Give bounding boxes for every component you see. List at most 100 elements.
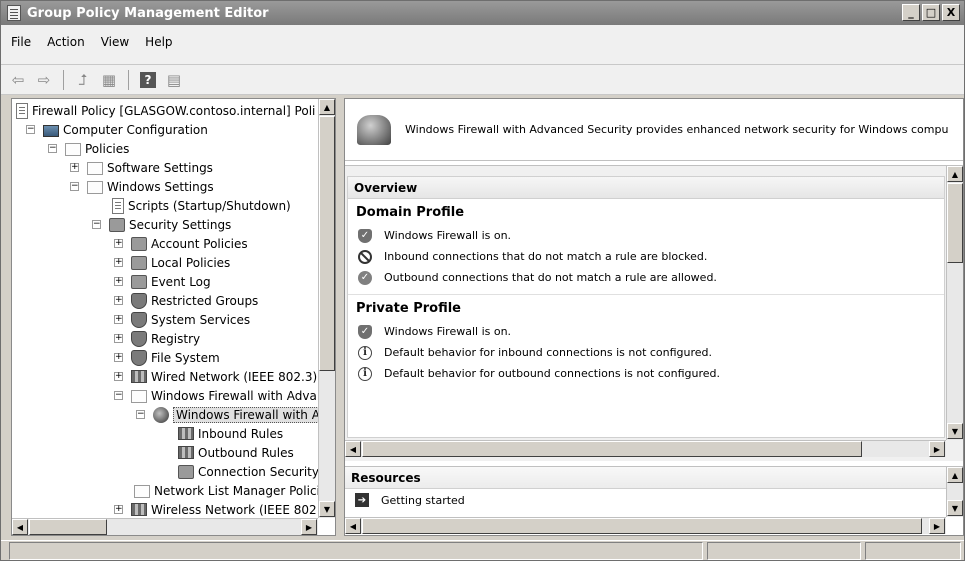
- expand-toggle[interactable]: +: [114, 296, 123, 305]
- tree-content: Firewall Policy [GLASGOW.contoso.interna…: [12, 99, 318, 518]
- collapse-toggle[interactable]: −: [26, 125, 35, 134]
- tree-item-software-settings[interactable]: + Software Settings: [70, 158, 213, 177]
- tree-item-scripts[interactable]: Scripts (Startup/Shutdown): [112, 196, 291, 215]
- scroll-right-button[interactable]: ▶: [301, 519, 317, 535]
- menu-file[interactable]: File: [11, 35, 31, 64]
- scroll-thumb[interactable]: [947, 183, 963, 263]
- menu-help[interactable]: Help: [145, 35, 172, 64]
- tree-item-computer-configuration[interactable]: − Computer Configuration: [26, 120, 208, 139]
- scroll-down-button[interactable]: ▼: [947, 423, 963, 439]
- menu-view[interactable]: View: [101, 35, 129, 64]
- toolbar-separator: [63, 69, 64, 90]
- tree-item-system-services[interactable]: + System Services: [114, 310, 250, 329]
- expand-toggle[interactable]: +: [114, 505, 123, 514]
- scroll-up-button[interactable]: ▲: [947, 166, 963, 182]
- status-cell-main: [9, 542, 703, 560]
- scroll-right-button[interactable]: ▶: [929, 518, 945, 534]
- resources-vertical-scrollbar[interactable]: ▲ ▼: [946, 467, 963, 517]
- show-action-pane-icon[interactable]: ▤: [163, 70, 185, 90]
- tree-item-wireless-network[interactable]: + Wireless Network (IEEE 802: [114, 500, 317, 518]
- scroll-thumb[interactable]: [362, 518, 922, 534]
- tree-item-network-list-manager[interactable]: Network List Manager Policie: [134, 481, 318, 500]
- policy-folder-icon: [131, 236, 147, 251]
- scroll-up-button[interactable]: ▲: [319, 99, 335, 115]
- network-icon: [131, 370, 147, 383]
- domain-profile-title: Domain Profile: [356, 205, 465, 220]
- status-row: ✓ Windows Firewall is on.: [348, 321, 944, 342]
- tree-item-outbound-rules[interactable]: Outbound Rules: [178, 443, 294, 462]
- title-bar[interactable]: Group Policy Management Editor _ □ X: [1, 1, 964, 25]
- expand-toggle[interactable]: +: [114, 315, 123, 324]
- resources-horizontal-scrollbar[interactable]: ◀ ▶: [345, 517, 946, 534]
- scroll-thumb[interactable]: [29, 519, 107, 535]
- lock-folder-icon: [131, 311, 147, 328]
- tree-item-root[interactable]: Firewall Policy [GLASGOW.contoso.interna…: [16, 101, 315, 120]
- scroll-left-button[interactable]: ◀: [345, 518, 361, 534]
- tree-item-connection-security[interactable]: Connection Security: [178, 462, 318, 481]
- overview-panel: Overview Domain Profile ✓ Windows Firewa…: [345, 165, 963, 461]
- show-hide-tree-icon[interactable]: ▦: [98, 70, 120, 90]
- scroll-left-button[interactable]: ◀: [345, 441, 361, 457]
- close-button[interactable]: X: [942, 4, 960, 21]
- overview-vertical-scrollbar[interactable]: ▲ ▼: [946, 166, 963, 440]
- tree-vertical-scrollbar[interactable]: ▲ ▼: [318, 99, 335, 518]
- collapse-toggle[interactable]: −: [92, 220, 101, 229]
- console-tree[interactable]: Firewall Policy [GLASGOW.contoso.interna…: [11, 98, 336, 536]
- tree-item-windows-settings[interactable]: − Windows Settings: [70, 177, 214, 196]
- folder-icon: [131, 390, 147, 403]
- scroll-thumb[interactable]: [362, 441, 862, 457]
- status-row: i Default behavior for outbound connecti…: [348, 363, 944, 384]
- scroll-left-button[interactable]: ◀: [12, 519, 28, 535]
- up-level-icon[interactable]: ⮥: [72, 70, 94, 90]
- overview-horizontal-scrollbar[interactable]: ◀ ▶: [345, 440, 946, 457]
- tree-horizontal-scrollbar[interactable]: ◀ ▶: [12, 518, 318, 535]
- tree-item-windows-firewall-parent[interactable]: − Windows Firewall with Adva: [114, 386, 317, 405]
- maximize-button[interactable]: □: [922, 4, 940, 21]
- outbound-rules-icon: [178, 446, 194, 459]
- scroll-down-button[interactable]: ▼: [319, 501, 335, 517]
- tree-item-security-settings[interactable]: − Security Settings: [92, 215, 231, 234]
- shield-icon: ✓: [358, 324, 372, 339]
- tree-item-wired-network[interactable]: + Wired Network (IEEE 802.3): [114, 367, 317, 386]
- expand-toggle[interactable]: +: [114, 239, 123, 248]
- lock-folder-icon: [131, 292, 147, 309]
- scroll-right-button[interactable]: ▶: [929, 441, 945, 457]
- security-settings-icon: [109, 217, 125, 232]
- scroll-thumb[interactable]: [319, 116, 335, 371]
- collapse-toggle[interactable]: −: [114, 391, 123, 400]
- tree-item-event-log[interactable]: + Event Log: [114, 272, 211, 291]
- lock-folder-icon: [131, 349, 147, 366]
- scroll-up-button[interactable]: ▲: [947, 467, 963, 483]
- overview-content: Overview Domain Profile ✓ Windows Firewa…: [347, 176, 945, 438]
- resource-link-getting-started[interactable]: ➔ Getting started: [345, 489, 963, 511]
- tree-item-policies[interactable]: − Policies: [48, 139, 129, 158]
- computer-icon: [43, 124, 59, 137]
- help-button[interactable]: ?: [137, 70, 159, 90]
- collapse-toggle[interactable]: −: [48, 144, 57, 153]
- blocked-icon: [358, 249, 372, 264]
- collapse-toggle[interactable]: −: [136, 410, 145, 419]
- tree-item-windows-firewall-selected[interactable]: − Windows Firewall with A: [136, 405, 318, 424]
- tree-item-file-system[interactable]: + File System: [114, 348, 220, 367]
- expand-toggle[interactable]: +: [70, 163, 79, 172]
- expand-toggle[interactable]: +: [114, 334, 123, 343]
- expand-toggle[interactable]: +: [114, 353, 123, 362]
- tree-item-inbound-rules[interactable]: Inbound Rules: [178, 424, 283, 443]
- tree-item-registry[interactable]: + Registry: [114, 329, 200, 348]
- status-row: ✓ Outbound connections that do not match…: [348, 267, 944, 288]
- inbound-rules-icon: [178, 427, 194, 440]
- scroll-down-button[interactable]: ▼: [947, 500, 963, 516]
- tree-item-local-policies[interactable]: + Local Policies: [114, 253, 230, 272]
- resources-panel: Resources ➔ Getting started ▲ ▼ ◀ ▶: [345, 466, 963, 535]
- collapse-toggle[interactable]: −: [70, 182, 79, 191]
- details-pane: Windows Firewall with Advanced Security …: [344, 98, 964, 536]
- menu-action[interactable]: Action: [47, 35, 85, 64]
- tree-item-restricted-groups[interactable]: + Restricted Groups: [114, 291, 258, 310]
- minimize-button[interactable]: _: [902, 4, 920, 21]
- tree-item-account-policies[interactable]: + Account Policies: [114, 234, 248, 253]
- expand-toggle[interactable]: +: [114, 277, 123, 286]
- back-arrow-icon[interactable]: ⇦: [7, 70, 29, 90]
- forward-arrow-icon[interactable]: ⇨: [33, 70, 55, 90]
- expand-toggle[interactable]: +: [114, 258, 123, 267]
- expand-toggle[interactable]: +: [114, 372, 123, 381]
